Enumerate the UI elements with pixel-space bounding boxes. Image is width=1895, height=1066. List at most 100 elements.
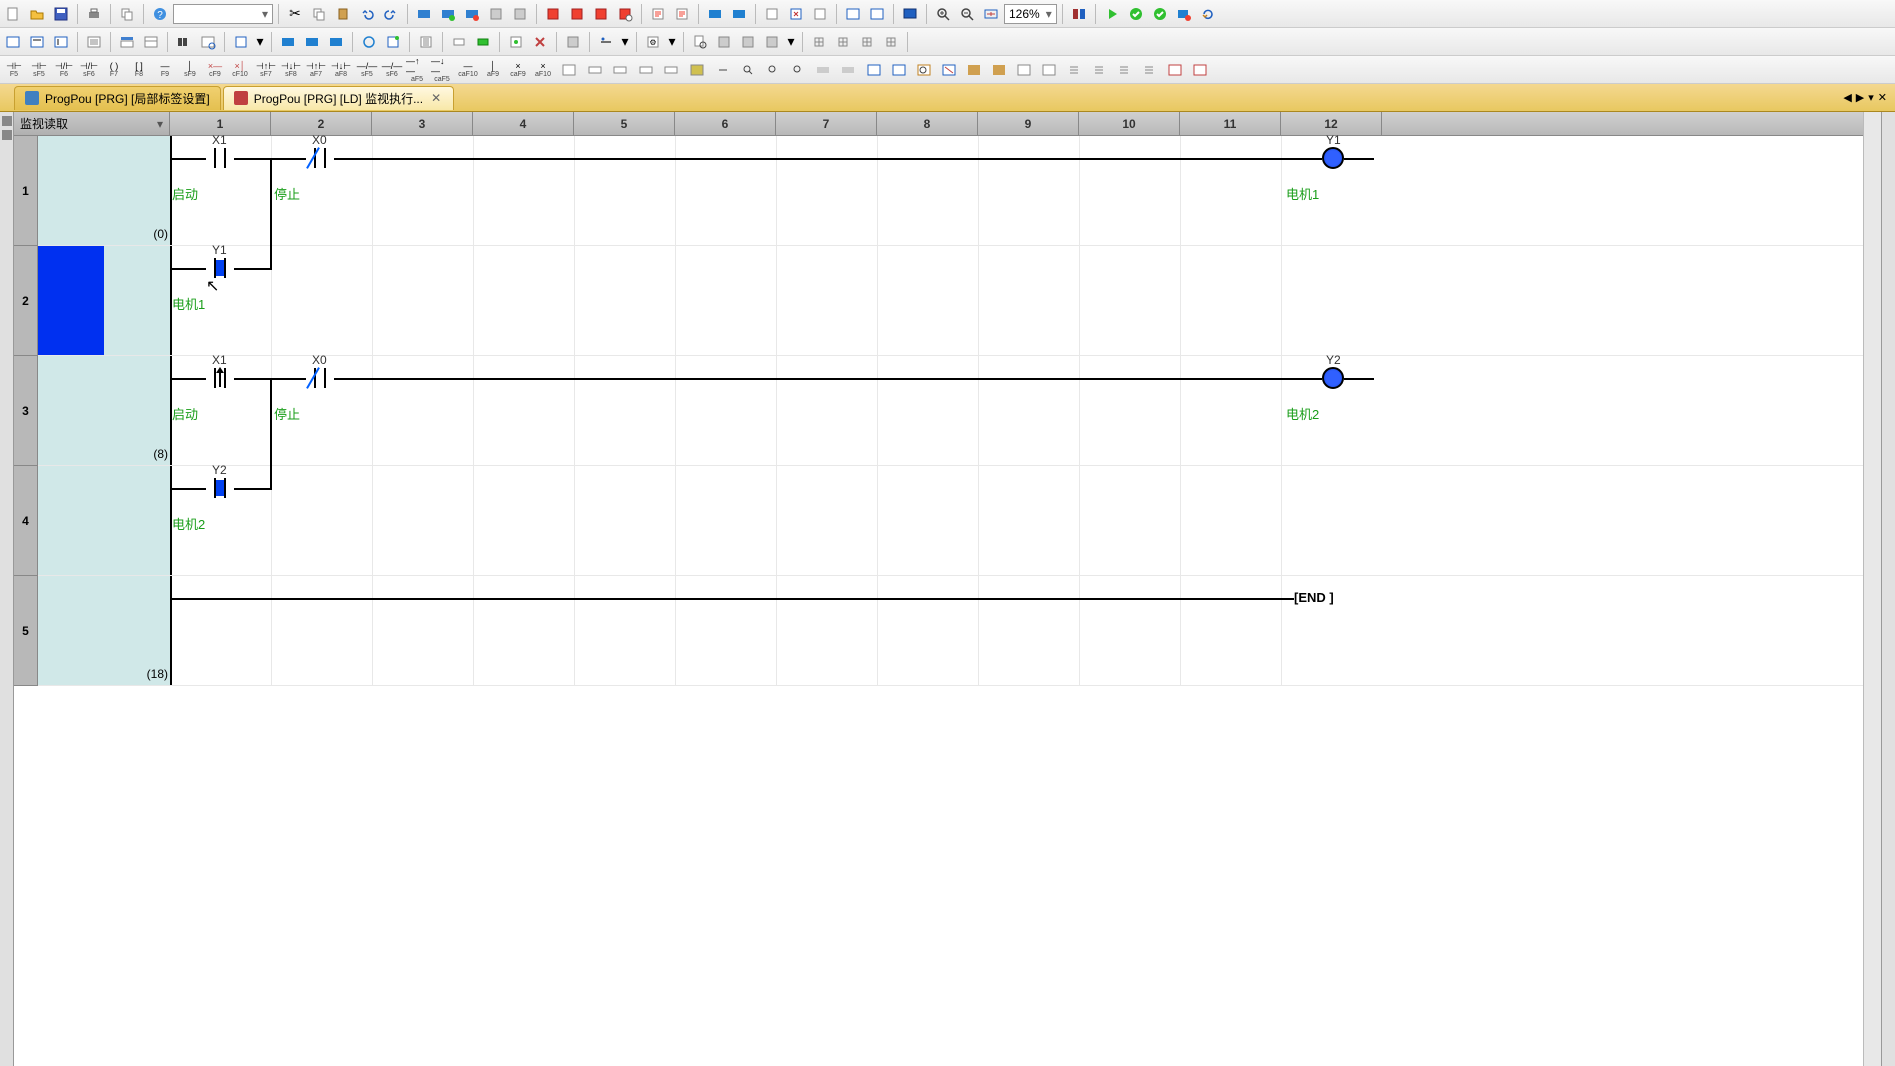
view-btn-5[interactable] <box>116 31 138 53</box>
print-button[interactable] <box>83 3 105 25</box>
view-btn-1[interactable] <box>2 31 24 53</box>
contact-X1-rising[interactable] <box>206 368 234 388</box>
rail-icon-2[interactable] <box>2 130 12 140</box>
row-number[interactable]: 2 <box>14 246 38 356</box>
tab-nav-next[interactable]: ▶ <box>1856 91 1864 104</box>
tool-1[interactable] <box>485 3 507 25</box>
ld-p[interactable]: —↑—aF5 <box>405 58 429 82</box>
col-header[interactable]: 2 <box>271 112 372 135</box>
search-doc[interactable] <box>689 31 711 53</box>
coil-Y2[interactable] <box>1322 367 1344 389</box>
right-dock-rail[interactable] <box>1881 112 1895 1066</box>
window-button-1[interactable] <box>842 3 864 25</box>
mode-selector[interactable]: 监视读取 ▾ <box>14 112 170 135</box>
grid-btn-2[interactable] <box>832 31 854 53</box>
convert-btn[interactable] <box>230 31 252 53</box>
ld-vline2[interactable]: │aF9 <box>481 58 505 82</box>
col-header[interactable]: 3 <box>372 112 473 135</box>
tab-nav-prev[interactable]: ◀ <box>1843 91 1851 104</box>
nav-button-3[interactable] <box>809 3 831 25</box>
plc-write-button[interactable] <box>566 3 588 25</box>
col-header[interactable]: 12 <box>1281 112 1382 135</box>
tab-close-all[interactable]: ✕ <box>1878 91 1887 104</box>
ld-misc-2[interactable] <box>583 58 607 82</box>
check-button-2[interactable] <box>1149 3 1171 25</box>
rail-icon-1[interactable] <box>2 116 12 126</box>
bookmark-btn[interactable] <box>382 31 404 53</box>
ld-misc-8[interactable] <box>811 58 835 82</box>
copy-button[interactable] <box>116 3 138 25</box>
rebuild-button[interactable] <box>671 3 693 25</box>
misc-7[interactable]: ⚙ <box>642 31 664 53</box>
replace-button[interactable] <box>197 31 219 53</box>
list-btn[interactable] <box>415 31 437 53</box>
dock-button[interactable] <box>1068 3 1090 25</box>
stop-sim-button[interactable] <box>1173 3 1195 25</box>
grid-btn-1[interactable] <box>808 31 830 53</box>
ld-misc-5[interactable] <box>659 58 683 82</box>
view-btn-3[interactable] <box>50 31 72 53</box>
ld-edit-3[interactable] <box>912 58 936 82</box>
misc-6-dd[interactable]: ▾ <box>619 31 631 53</box>
ladder-row[interactable]: Y1 电机1 ↖ <box>170 246 1863 356</box>
ld-misc-7[interactable] <box>711 58 735 82</box>
ld-edit-12[interactable] <box>1137 58 1161 82</box>
misc-1[interactable] <box>448 31 470 53</box>
zoom-in-button[interactable] <box>932 3 954 25</box>
ld-app[interactable]: [ ]F8 <box>127 58 151 82</box>
view-btn-2[interactable] <box>26 31 48 53</box>
sel-cell[interactable] <box>38 466 104 576</box>
misc-7-dd[interactable]: ▾ <box>666 31 678 53</box>
ladder-row[interactable]: X1 启动 X0 停止 Y2 电机2 <box>170 356 1863 466</box>
ld-find[interactable] <box>736 58 760 82</box>
refresh-button[interactable] <box>1197 3 1219 25</box>
tab-ld-monitor[interactable]: ProgPou [PRG] [LD] 监视执行... ✕ <box>223 86 454 110</box>
misc-6[interactable] <box>595 31 617 53</box>
dev-button-2[interactable] <box>437 3 459 25</box>
row-number[interactable]: 4 <box>14 466 38 576</box>
ld-rise[interactable]: ⊣↑⊢sF7 <box>254 58 278 82</box>
col-header[interactable]: 5 <box>574 112 675 135</box>
col-header[interactable]: 10 <box>1079 112 1180 135</box>
ld-contact-nc[interactable]: ⊣/⊢F6 <box>52 58 76 82</box>
ld-del-h[interactable]: ×—cF9 <box>203 58 227 82</box>
row-number[interactable]: 5 <box>14 576 38 686</box>
nav-button-1[interactable] <box>761 3 783 25</box>
paste-button[interactable] <box>332 3 354 25</box>
ld-del2[interactable]: ×aF10 <box>531 58 555 82</box>
ld-edit-2[interactable] <box>887 58 911 82</box>
zoom-out-button[interactable] <box>956 3 978 25</box>
misc-4[interactable] <box>529 31 551 53</box>
contact-X0-nc[interactable] <box>306 148 334 168</box>
zoom-fit-button[interactable] <box>980 3 1002 25</box>
nav-next[interactable] <box>737 31 759 53</box>
misc-5[interactable] <box>562 31 584 53</box>
ld-vline[interactable]: │sF9 <box>178 58 202 82</box>
ld-edit-11[interactable] <box>1112 58 1136 82</box>
check-button-1[interactable] <box>1125 3 1147 25</box>
dev-box-1[interactable] <box>277 31 299 53</box>
ladder-grid[interactable]: X1 启动 X0 停止 Y1 电机1 Y1 <box>170 136 1863 686</box>
ladder-row[interactable]: Y2 电机2 <box>170 466 1863 576</box>
grid-btn-4[interactable] <box>880 31 902 53</box>
plc-diag-button[interactable] <box>614 3 636 25</box>
tab-close-icon[interactable]: ✕ <box>429 91 443 105</box>
ld-find3[interactable] <box>786 58 810 82</box>
ld-misc-4[interactable] <box>634 58 658 82</box>
ld-hline[interactable]: —F9 <box>153 58 177 82</box>
vertical-scrollbar[interactable] <box>1863 112 1881 1066</box>
ladder-editor[interactable]: 监视读取 ▾ 1 2 3 4 5 6 7 8 9 10 11 12 1 <box>14 112 1863 1066</box>
monitor-button[interactable] <box>899 3 921 25</box>
sel-cell[interactable] <box>38 356 104 466</box>
nav-prev[interactable] <box>713 31 735 53</box>
run-button[interactable] <box>1101 3 1123 25</box>
col-header[interactable]: 4 <box>473 112 574 135</box>
contact-Y2-latch[interactable] <box>206 478 234 498</box>
ld-hline2[interactable]: —caF10 <box>456 58 480 82</box>
ld-del1[interactable]: ×caF9 <box>506 58 530 82</box>
undo-button[interactable] <box>356 3 378 25</box>
ld-inv[interactable]: —/—sF5 <box>355 58 379 82</box>
ld-misc-9[interactable] <box>836 58 860 82</box>
sel-cell[interactable] <box>38 576 104 686</box>
ladder-row[interactable]: X1 启动 X0 停止 Y1 电机1 <box>170 136 1863 246</box>
